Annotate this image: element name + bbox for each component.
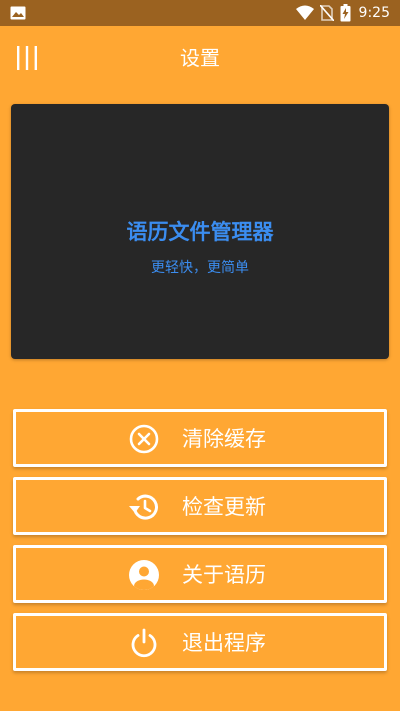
- status-bar: 9:25: [0, 0, 400, 26]
- no-sim-icon: [319, 5, 334, 21]
- about-label: 关于语历: [182, 563, 266, 587]
- clear-cache-icon: [129, 424, 159, 454]
- power-icon: [131, 628, 157, 658]
- exit-button[interactable]: 退出程序: [13, 613, 387, 671]
- about-button[interactable]: 关于语历: [13, 545, 387, 603]
- exit-label: 退出程序: [182, 631, 266, 655]
- history-icon: [129, 494, 158, 520]
- hero-card: 语历文件管理器 更轻快，更简单: [11, 104, 389, 359]
- account-icon: [129, 560, 159, 590]
- app-name-title: 语历文件管理器: [126, 220, 274, 244]
- wifi-icon: [295, 5, 314, 20]
- status-icons: 9:25: [295, 3, 390, 23]
- battery-charging-icon: [340, 4, 351, 22]
- check-update-label: 检查更新: [182, 495, 266, 519]
- check-update-button[interactable]: 检查更新: [13, 477, 387, 535]
- clear-cache-label: 清除缓存: [182, 427, 266, 451]
- app-slogan: 更轻快，更简单: [151, 260, 249, 276]
- page-title: 设置: [180, 46, 220, 70]
- menu-list: 清除缓存 检查更新 关于语历 退出程序: [13, 409, 387, 681]
- image-icon: [10, 6, 26, 20]
- app-bar: 设置: [0, 26, 400, 90]
- status-time: 9:25: [358, 5, 390, 21]
- clear-cache-button[interactable]: 清除缓存: [13, 409, 387, 467]
